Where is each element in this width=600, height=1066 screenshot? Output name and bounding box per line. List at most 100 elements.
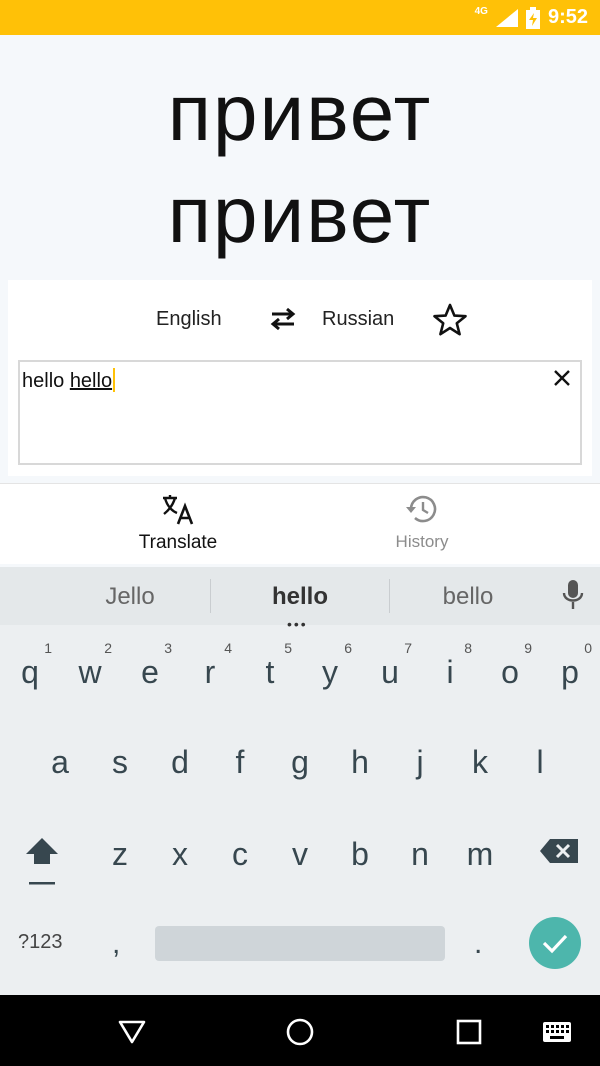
key-hint-number: 7 (404, 640, 412, 656)
suggestion[interactable]: bello (383, 583, 553, 611)
text-caret (113, 368, 116, 392)
key-label: a (51, 744, 69, 780)
key-q[interactable]: q1 (0, 632, 60, 712)
key-label: k (472, 744, 488, 780)
key-a[interactable]: a (30, 722, 90, 802)
key-w[interactable]: w2 (60, 632, 120, 712)
key-m[interactable]: m (450, 814, 510, 894)
key-label: j (416, 744, 424, 780)
key-d[interactable]: d (150, 722, 210, 802)
key-l[interactable]: l (510, 722, 570, 802)
clock: 9:52 (547, 6, 588, 28)
key-hint-number: 9 (524, 640, 532, 656)
key-label: t (265, 654, 275, 690)
signal-icon (495, 8, 518, 27)
key-label: e (141, 654, 159, 690)
key-hint-number: 5 (284, 640, 292, 656)
system-navigation-bar (0, 995, 600, 1066)
key-u[interactable]: u7 (360, 632, 420, 712)
key-i[interactable]: i8 (420, 632, 480, 712)
key-label: x (172, 836, 188, 872)
key-label: s (112, 744, 128, 780)
key-j[interactable]: j (390, 722, 450, 802)
suggestion[interactable]: Jello (45, 583, 215, 611)
tab-translate[interactable]: Translate (78, 492, 278, 558)
key-hint-number: 2 (104, 640, 112, 656)
key-label: p (561, 654, 579, 690)
target-language-button[interactable]: Russian (322, 308, 394, 331)
key-b[interactable]: b (330, 814, 390, 894)
key-n[interactable]: n (390, 814, 450, 894)
key-label: c (232, 836, 248, 872)
key-r[interactable]: r4 (180, 632, 240, 712)
key-label: h (351, 744, 369, 780)
key-c[interactable]: c (210, 814, 270, 894)
key-t[interactable]: t5 (240, 632, 300, 712)
key-label: u (381, 654, 399, 690)
language-selector: English Russian (8, 298, 592, 338)
key-g[interactable]: g (270, 722, 330, 802)
key-label: r (204, 654, 216, 690)
tab-history[interactable]: History (322, 492, 522, 558)
tab-history-label: History (395, 532, 449, 551)
star-outline-icon[interactable] (432, 302, 468, 338)
recents-icon[interactable] (456, 1019, 482, 1045)
tab-translate-label: Translate (138, 532, 218, 553)
close-icon[interactable] (552, 368, 572, 388)
swap-arrows-icon[interactable] (268, 304, 298, 334)
input-card: English Russian hello hello (8, 280, 592, 476)
key-label: n (411, 836, 429, 872)
key-label: b (351, 836, 369, 872)
key-label: d (171, 744, 189, 780)
source-text-input[interactable]: hello hello (18, 360, 582, 465)
key-hint-number: 1 (44, 640, 52, 656)
network-type: 4G (474, 6, 488, 17)
key-hint-number: 8 (464, 640, 472, 656)
key-label: i (446, 654, 454, 690)
microphone-icon[interactable] (560, 579, 586, 611)
history-icon (406, 495, 437, 523)
key-h[interactable]: h (330, 722, 390, 802)
home-icon[interactable] (285, 1017, 315, 1047)
key-label: w (78, 654, 102, 690)
shift-icon[interactable] (20, 836, 64, 888)
backspace-icon[interactable] (538, 836, 580, 866)
source-text-prefix: hello (22, 370, 70, 392)
key-z[interactable]: z (90, 814, 150, 894)
comma-key[interactable]: , (112, 927, 120, 961)
key-f[interactable]: f (210, 722, 270, 802)
divider (210, 579, 211, 613)
translation-result: привет привет (0, 35, 600, 280)
back-icon[interactable] (117, 1019, 147, 1045)
key-hint-number: 0 (584, 640, 592, 656)
key-label: f (235, 744, 245, 780)
key-v[interactable]: v (270, 814, 330, 894)
spacebar[interactable] (155, 926, 445, 961)
key-label: o (501, 654, 519, 690)
key-label: l (536, 744, 544, 780)
key-p[interactable]: p0 (540, 632, 600, 712)
key-label: v (292, 836, 308, 872)
more-suggestions-indicator[interactable]: ••• (287, 617, 308, 631)
source-language-button[interactable]: English (156, 308, 222, 331)
key-k[interactable]: k (450, 722, 510, 802)
source-text-value: hello hello (22, 368, 116, 393)
key-label: m (466, 836, 494, 872)
period-key[interactable]: . (474, 927, 482, 961)
key-label: g (291, 744, 309, 780)
key-x[interactable]: x (150, 814, 210, 894)
key-label: y (322, 654, 338, 690)
status-bar: 4G 9:52 (0, 0, 600, 35)
key-hint-number: 6 (344, 640, 352, 656)
key-y[interactable]: y6 (300, 632, 360, 712)
key-s[interactable]: s (90, 722, 150, 802)
key-o[interactable]: o9 (480, 632, 540, 712)
translate-icon (163, 495, 194, 525)
key-e[interactable]: e3 (120, 632, 180, 712)
key-hint-number: 3 (164, 640, 172, 656)
enter-key[interactable] (529, 917, 581, 969)
suggestion[interactable]: hello (215, 583, 385, 611)
symbols-key[interactable]: ?123 (18, 931, 63, 954)
translation-line: привет (167, 68, 433, 157)
keyboard-switch-icon[interactable] (542, 1021, 572, 1043)
